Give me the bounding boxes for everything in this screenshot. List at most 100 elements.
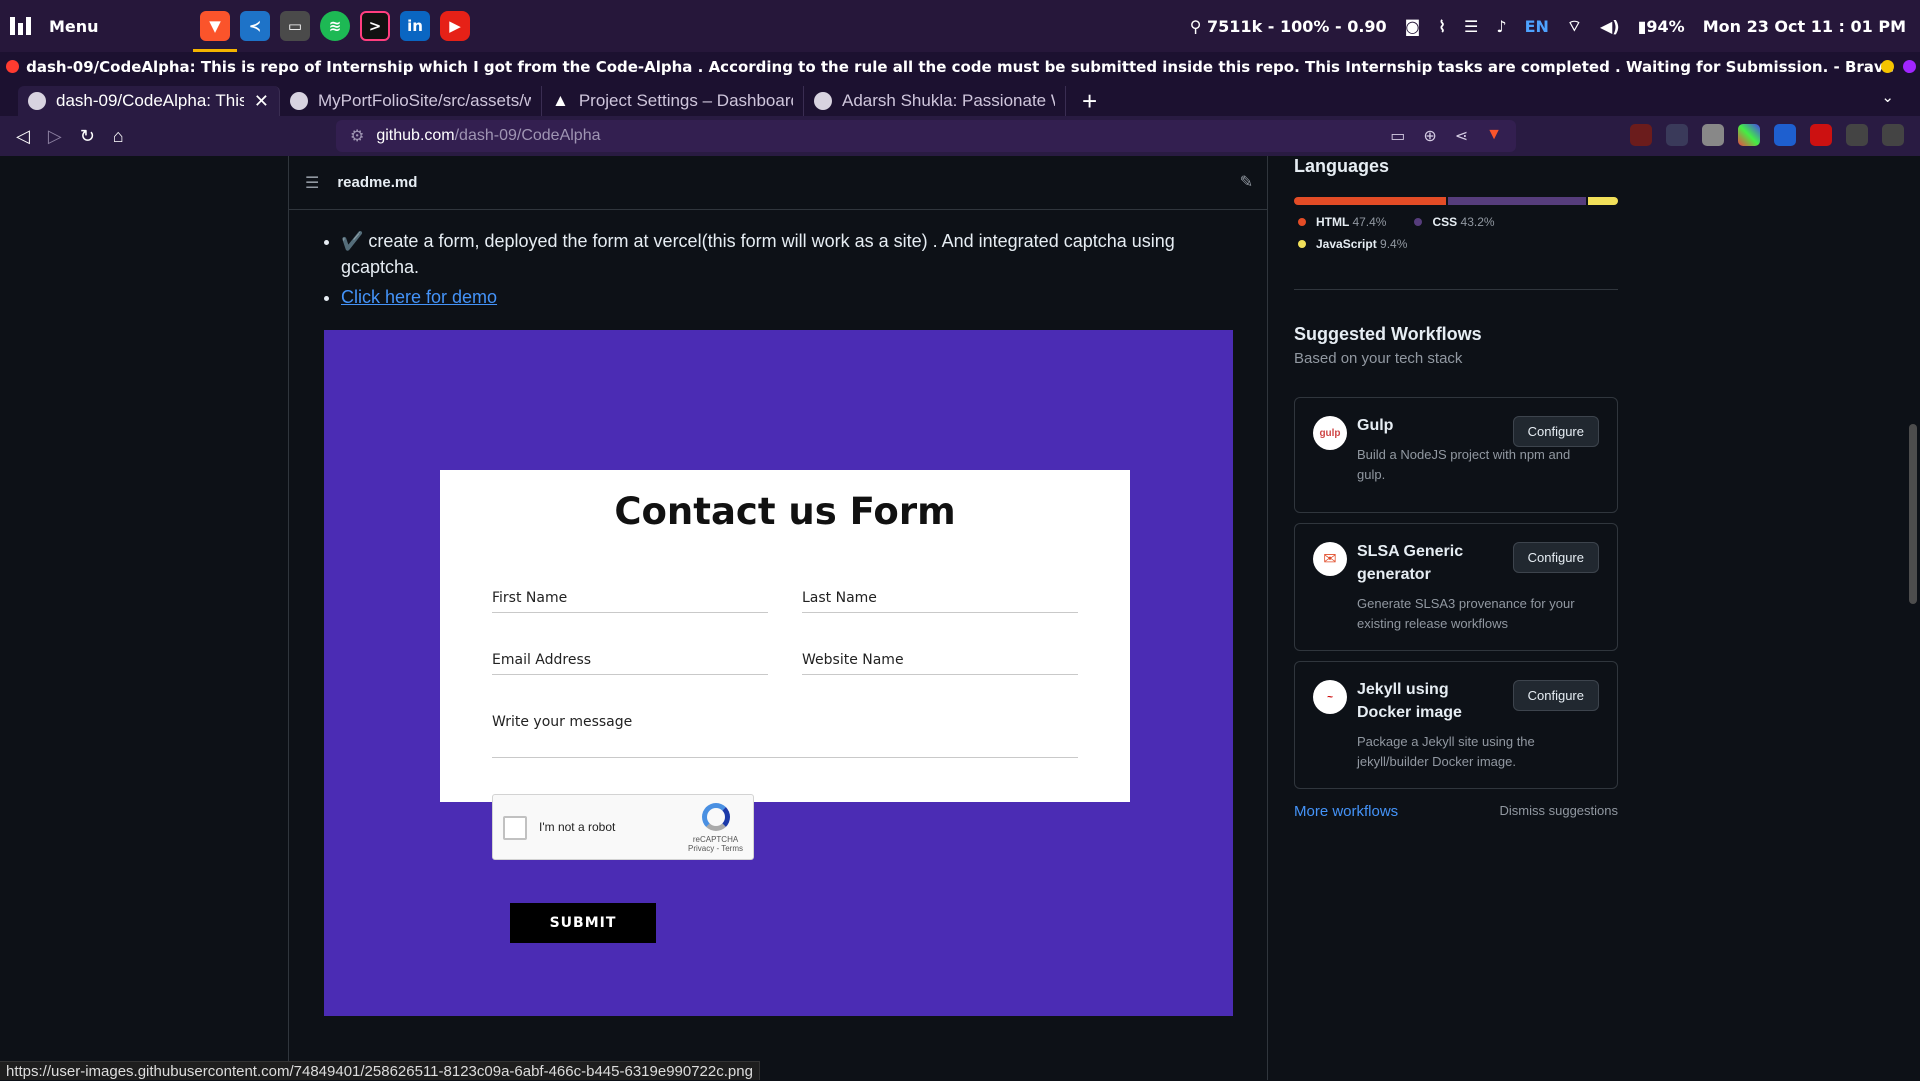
configure-button[interactable]: Configure <box>1512 680 1599 711</box>
cast-icon[interactable]: ▭ <box>1390 126 1405 146</box>
workflow-links: More workflows Dismiss suggestions <box>1294 803 1618 820</box>
form-screenshot-image[interactable]: Contact us Form First Name Last Name Ema… <box>324 330 1233 1016</box>
zoom-icon[interactable]: ⊕ <box>1423 126 1436 146</box>
url-text: github.com/dash-09/CodeAlpha <box>376 127 601 144</box>
screenshot-icon[interactable]: ◙ <box>1405 17 1421 36</box>
configure-button[interactable]: Configure <box>1512 542 1599 573</box>
clock[interactable]: Mon 23 Oct 11 : 01 PM <box>1703 17 1906 36</box>
clip-icon[interactable]: ⌇ <box>1438 17 1446 36</box>
back-icon[interactable]: ◁ <box>16 126 30 147</box>
tab-project-settings[interactable]: ▲ Project Settings – Dashboard <box>542 86 804 116</box>
extension-icon[interactable] <box>1774 124 1796 146</box>
workflow-name: Gulp <box>1357 417 1394 434</box>
workflow-card-slsa: ✉ SLSA Generic generator Generate SLSA3 … <box>1294 523 1618 651</box>
brave-icon[interactable]: ▼ <box>193 11 237 52</box>
extensions-area <box>1630 124 1904 146</box>
language-segment <box>1294 197 1446 205</box>
battery-indicator[interactable]: ▮94% <box>1638 17 1685 36</box>
linkedin-icon[interactable]: in <box>400 11 430 41</box>
website-field: Website Name <box>802 652 1078 675</box>
os-menu-label: Menu <box>49 16 99 36</box>
maximize-window-icon[interactable] <box>1903 60 1916 73</box>
captcha-checkbox <box>503 816 527 840</box>
url-bar[interactable]: ⚙ github.com/dash-09/CodeAlpha ▭ ⊕ ⋖ ▼ <box>336 120 1516 152</box>
color-picker-icon[interactable] <box>1738 124 1760 146</box>
spotify-icon[interactable]: ≋ <box>320 11 350 41</box>
languages-bar <box>1294 197 1618 205</box>
repo-sidebar: Languages HTML 47.4% CSS 43.2% JavaScrip… <box>1294 156 1618 820</box>
tab-adarsh-shukla[interactable]: Adarsh Shukla: Passionate We <box>804 86 1066 116</box>
outline-icon[interactable]: ☰ <box>305 173 319 193</box>
terminal-icon[interactable]: > <box>360 11 390 41</box>
workflow-card-jekyll: ~ Jekyll using Docker image Package a Je… <box>1294 661 1618 789</box>
brave-shields-icon[interactable]: ▼ <box>1486 126 1502 146</box>
recaptcha-widget: I'm not a robot reCAPTCHA Privacy - Term… <box>492 794 754 860</box>
demo-link[interactable]: Click here for demo <box>341 287 497 307</box>
vscode-icon[interactable]: ≺ <box>240 11 270 41</box>
react-devtools-icon[interactable] <box>1666 124 1688 146</box>
tab-strip: dash-09/CodeAlpha: This is repo ✕ MyPort… <box>0 82 1920 116</box>
contact-form-card: Contact us Form First Name Last Name Ema… <box>440 470 1130 802</box>
submit-button: SUBMIT <box>510 903 656 943</box>
chevron-down-icon[interactable]: ⌄ <box>1881 88 1894 106</box>
workflow-desc: Package a Jekyll site using the jekyll/b… <box>1357 734 1535 769</box>
new-tab-button[interactable]: + <box>1082 86 1097 116</box>
puzzle-icon[interactable] <box>1846 124 1868 146</box>
bell-icon[interactable]: ♪ <box>1496 17 1506 36</box>
more-workflows-link[interactable]: More workflows <box>1294 803 1398 820</box>
system-tray: ⚲ 7511k - 100% - 0.90 ◙ ⌇ ☰ ♪ EN ⌔ ◀) ▮9… <box>1190 0 1906 52</box>
first-name-field: First Name <box>492 590 768 613</box>
scrollbar-thumb[interactable] <box>1909 424 1917 604</box>
divider <box>1294 289 1618 290</box>
extension-icon[interactable] <box>1702 124 1724 146</box>
volume-icon[interactable]: ◀) <box>1600 17 1620 36</box>
language-item[interactable]: CSS 43.2% <box>1410 215 1495 229</box>
keyboard-lang[interactable]: EN <box>1525 17 1549 36</box>
language-item[interactable]: JavaScript 9.4% <box>1294 237 1407 251</box>
share-icon[interactable]: ⋖ <box>1455 126 1468 146</box>
site-settings-icon[interactable]: ⚙ <box>350 126 364 146</box>
language-item[interactable]: HTML 47.4% <box>1294 215 1386 229</box>
page-scrollbar[interactable] <box>1906 156 1920 1080</box>
workflows-title: Suggested Workflows <box>1294 324 1482 344</box>
tab-portfolio[interactable]: MyPortFolioSite/src/assets/we <box>280 86 542 116</box>
reload-icon[interactable]: ↻ <box>80 126 95 147</box>
home-icon[interactable]: ⌂ <box>113 126 124 147</box>
youtube-icon[interactable]: ▶ <box>440 11 470 41</box>
tab-codealpha[interactable]: dash-09/CodeAlpha: This is repo ✕ <box>18 86 280 116</box>
edit-pencil-icon[interactable]: ✎ <box>1240 172 1253 192</box>
readme-list: ✔️ create a form, deployed the form at v… <box>341 228 1267 310</box>
hamburger-menu-icon[interactable] <box>1882 124 1904 146</box>
vercel-icon: ▲ <box>552 91 569 110</box>
os-menu-button[interactable]: Menu <box>10 17 200 36</box>
files-icon[interactable]: ▭ <box>280 11 310 41</box>
languages-legend: HTML 47.4% CSS 43.2% JavaScript 9.4% <box>1294 215 1618 251</box>
languages-title: Languages <box>1294 156 1390 176</box>
forward-icon[interactable]: ▷ <box>48 126 62 147</box>
notes-icon[interactable]: ☰ <box>1464 17 1478 36</box>
list-item: Click here for demo <box>341 284 1201 310</box>
captcha-links: Privacy - Terms <box>688 844 743 853</box>
os-logo-icon <box>10 17 31 35</box>
dismiss-suggestions-link[interactable]: Dismiss suggestions <box>1500 803 1619 820</box>
readme-header: ☰ readme.md ✎ <box>289 156 1267 210</box>
close-tab-icon[interactable]: ✕ <box>254 91 269 112</box>
extension-icon[interactable] <box>1810 124 1832 146</box>
workflow-card-gulp: gulp Gulp Build a NodeJS project with np… <box>1294 397 1618 513</box>
wifi-icon[interactable]: ⌔ <box>1567 16 1582 36</box>
recaptcha-logo: reCAPTCHA Privacy - Terms <box>688 803 743 853</box>
readme-filename: readme.md <box>337 174 418 191</box>
readme-panel: ☰ readme.md ✎ ✔️ create a form, deployed… <box>288 156 1268 1080</box>
configure-button[interactable]: Configure <box>1512 416 1599 447</box>
github-page: ☰ readme.md ✎ ✔️ create a form, deployed… <box>0 156 1920 1080</box>
message-field: Write your message <box>492 714 1078 758</box>
gulp-icon: gulp <box>1313 416 1347 450</box>
github-icon <box>290 92 308 110</box>
extension-icon[interactable] <box>1630 124 1652 146</box>
form-title: Contact us Form <box>614 490 956 533</box>
language-segment <box>1587 197 1618 205</box>
minimize-window-icon[interactable] <box>1881 60 1894 73</box>
window-title: dash-09/CodeAlpha: This is repo of Inter… <box>26 58 1894 76</box>
system-stats: ⚲ 7511k - 100% - 0.90 <box>1189 16 1387 36</box>
close-window-icon[interactable] <box>6 60 19 73</box>
